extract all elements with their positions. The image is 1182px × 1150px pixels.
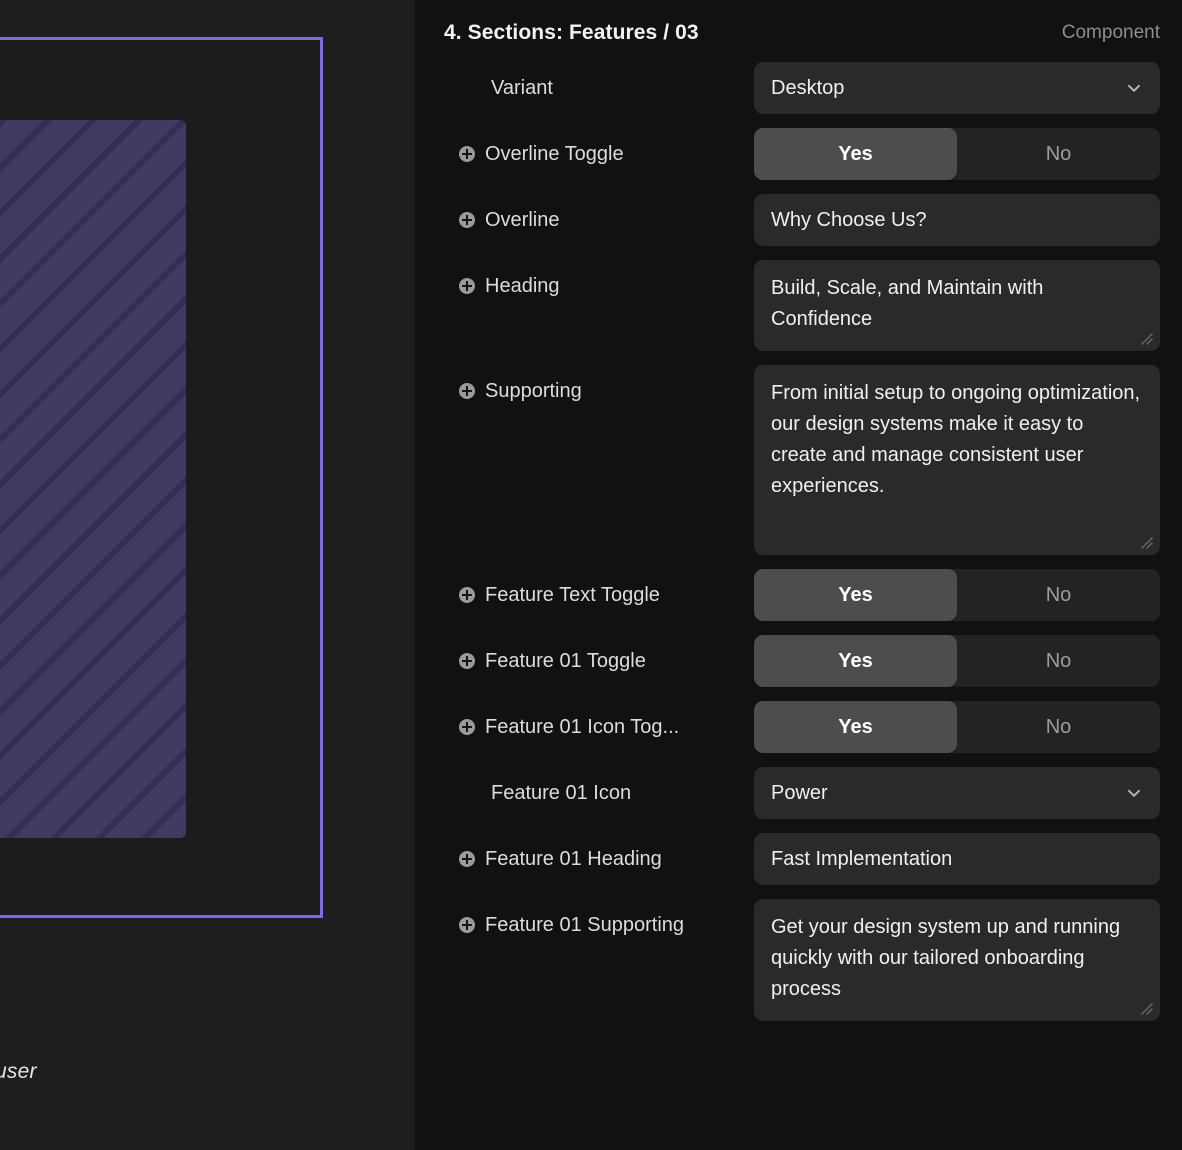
property-label-overline: Overline — [444, 194, 754, 246]
component-type-label: Component — [1061, 22, 1160, 43]
property-label-feature-text-toggle: Feature Text Toggle — [444, 569, 754, 621]
property-row-overline: Overline Why Choose Us? — [444, 194, 1160, 246]
property-label-text: Feature Text Toggle — [485, 583, 660, 606]
property-row-supporting: Supporting From initial setup to ongoing … — [444, 365, 1160, 555]
property-label-text: Feature 01 Icon — [491, 781, 632, 804]
property-label-text: Heading — [485, 274, 560, 297]
image-placeholder-block[interactable] — [0, 120, 186, 838]
property-row-overline-toggle: Overline Toggle Yes No — [444, 128, 1160, 180]
plus-circle-icon[interactable] — [458, 850, 476, 868]
text-input-value: Fast Implementation — [771, 847, 953, 870]
page-title: 4. Sections: Features / 03 — [444, 21, 699, 44]
properties-panel: 4. Sections: Features / 03 Component Var… — [415, 0, 1182, 1150]
property-control-variant: Desktop — [754, 62, 1160, 114]
select-feature-01-icon[interactable]: Power — [754, 767, 1160, 819]
property-control-overline-toggle: Yes No — [754, 128, 1160, 180]
property-label-feature-01-heading: Feature 01 Heading — [444, 833, 754, 885]
segmented-control-overline-toggle[interactable]: Yes No — [754, 128, 1160, 180]
plus-circle-icon[interactable] — [458, 211, 476, 229]
segment-overline-toggle-yes[interactable]: Yes — [754, 128, 957, 180]
app-root: our user 4. Sections: Features / 03 Comp… — [0, 0, 1182, 1150]
property-control-feature-01-toggle: Yes No — [754, 635, 1160, 687]
segmented-control-feature-text-toggle[interactable]: Yes No — [754, 569, 1160, 621]
chevron-down-icon[interactable] — [1125, 784, 1143, 802]
property-control-feature-01-icon-toggle: Yes No — [754, 701, 1160, 753]
property-control-feature-01-supporting: Get your design system up and running qu… — [754, 899, 1160, 1021]
segment-feature-text-toggle-yes[interactable]: Yes — [754, 569, 957, 621]
property-rows: Variant Desktop Overline Toggle Yes No Overli… — [415, 62, 1182, 1021]
property-row-feature-01-icon: Feature 01 Icon Power — [444, 767, 1160, 819]
segment-feature-text-toggle-no[interactable]: No — [957, 569, 1160, 621]
select-variant[interactable]: Desktop — [754, 62, 1160, 114]
property-row-feature-01-toggle: Feature 01 Toggle Yes No — [444, 635, 1160, 687]
property-label-supporting: Supporting — [444, 365, 754, 417]
textarea-heading[interactable]: Build, Scale, and Maintain with Confiden… — [754, 260, 1160, 351]
property-label-variant: Variant — [444, 62, 754, 114]
property-label-text: Feature 01 Toggle — [485, 649, 646, 672]
segmented-control-feature-01-toggle[interactable]: Yes No — [754, 635, 1160, 687]
segment-feature-01-icon-toggle-yes[interactable]: Yes — [754, 701, 957, 753]
property-label-text: Variant — [491, 76, 553, 99]
property-label-feature-01-icon-toggle: Feature 01 Icon Tog... — [444, 701, 754, 753]
preview-caption-text: our user — [0, 1060, 37, 1083]
plus-circle-icon[interactable] — [458, 382, 476, 400]
segment-overline-toggle-no[interactable]: No — [957, 128, 1160, 180]
text-input-feature-01-heading[interactable]: Fast Implementation — [754, 833, 1160, 885]
property-row-feature-text-toggle: Feature Text Toggle Yes No — [444, 569, 1160, 621]
property-label-text: Feature 01 Icon Tog... — [485, 715, 680, 738]
select-value: Power — [771, 781, 828, 804]
property-control-heading: Build, Scale, and Maintain with Confiden… — [754, 260, 1160, 351]
property-label-overline-toggle: Overline Toggle — [444, 128, 754, 180]
property-row-feature-01-supporting: Feature 01 Supporting Get your design sys… — [444, 899, 1160, 1021]
property-control-overline: Why Choose Us? — [754, 194, 1160, 246]
plus-circle-icon[interactable] — [458, 718, 476, 736]
property-label-feature-01-icon: Feature 01 Icon — [444, 767, 754, 819]
segment-feature-01-icon-toggle-no[interactable]: No — [957, 701, 1160, 753]
text-input-overline[interactable]: Why Choose Us? — [754, 194, 1160, 246]
property-label-text: Overline Toggle — [485, 142, 624, 165]
property-row-heading: Heading Build, Scale, and Maintain with C… — [444, 260, 1160, 351]
resize-grip-icon[interactable] — [1136, 998, 1154, 1016]
property-label-feature-01-toggle: Feature 01 Toggle — [444, 635, 754, 687]
property-row-feature-01-icon-toggle: Feature 01 Icon Tog... Yes No — [444, 701, 1160, 753]
property-label-text: Feature 01 Supporting — [485, 913, 685, 936]
resize-grip-icon[interactable] — [1136, 328, 1154, 346]
property-control-supporting: From initial setup to ongoing optimizati… — [754, 365, 1160, 555]
property-label-text: Feature 01 Heading — [485, 847, 662, 870]
property-control-feature-01-icon: Power — [754, 767, 1160, 819]
property-label-text: Overline — [485, 208, 560, 231]
property-label-feature-01-supporting: Feature 01 Supporting — [444, 899, 754, 951]
textarea-feature-01-supporting[interactable]: Get your design system up and running qu… — [754, 899, 1160, 1021]
property-control-feature-text-toggle: Yes No — [754, 569, 1160, 621]
design-preview-canvas[interactable]: our user — [0, 0, 415, 1150]
plus-circle-icon[interactable] — [458, 277, 476, 295]
property-label-heading: Heading — [444, 260, 754, 312]
property-label-text: Supporting — [485, 379, 582, 402]
plus-circle-icon[interactable] — [458, 652, 476, 670]
resize-grip-icon[interactable] — [1136, 532, 1154, 550]
chevron-down-icon[interactable] — [1125, 79, 1143, 97]
segmented-control-feature-01-icon-toggle[interactable]: Yes No — [754, 701, 1160, 753]
panel-header: 4. Sections: Features / 03 Component — [415, 0, 1182, 62]
property-control-feature-01-heading: Fast Implementation — [754, 833, 1160, 885]
textarea-supporting[interactable]: From initial setup to ongoing optimizati… — [754, 365, 1160, 555]
plus-circle-icon[interactable] — [458, 586, 476, 604]
segment-feature-01-toggle-yes[interactable]: Yes — [754, 635, 957, 687]
segment-feature-01-toggle-no[interactable]: No — [957, 635, 1160, 687]
select-value: Desktop — [771, 76, 845, 99]
property-row-variant: Variant Desktop — [444, 62, 1160, 114]
plus-circle-icon[interactable] — [458, 145, 476, 163]
text-input-value: Why Choose Us? — [771, 208, 927, 231]
property-row-feature-01-heading: Feature 01 Heading Fast Implementation — [444, 833, 1160, 885]
plus-circle-icon[interactable] — [458, 916, 476, 934]
